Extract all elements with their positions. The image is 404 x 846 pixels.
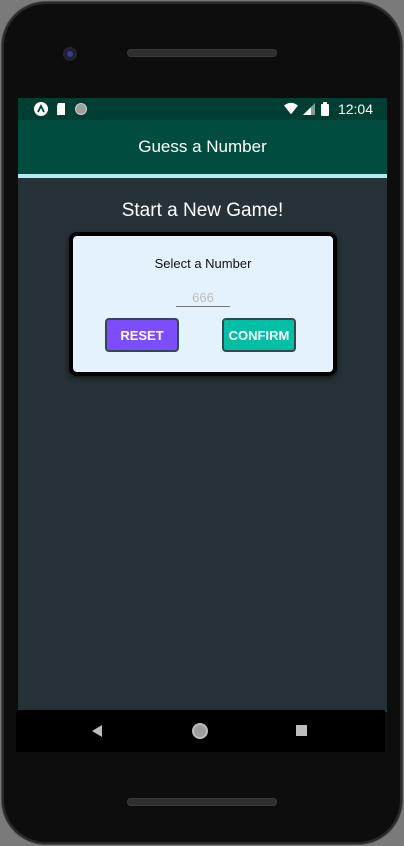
- front-camera: [63, 47, 77, 61]
- status-left-icons: [34, 102, 88, 116]
- app-screen: 12:04 Guess a Number Start a New Game! S…: [18, 98, 387, 712]
- expo-icon: [34, 102, 48, 116]
- status-bar: 12:04: [18, 98, 387, 120]
- wifi-icon: [283, 102, 298, 115]
- app-bar-title: Guess a Number: [138, 137, 267, 156]
- battery-icon: [320, 102, 329, 116]
- confirm-button[interactable]: CONFIRM: [222, 318, 296, 352]
- sd-card-icon: [57, 103, 65, 115]
- screen-heading: Start a New Game!: [121, 200, 284, 221]
- back-icon[interactable]: [92, 725, 102, 737]
- number-input[interactable]: [176, 288, 230, 307]
- recents-icon[interactable]: [296, 725, 307, 736]
- earpiece-speaker: [127, 49, 277, 57]
- reset-button[interactable]: RESET: [105, 318, 179, 352]
- home-icon[interactable]: [192, 723, 208, 739]
- status-time: 12:04: [337, 101, 373, 117]
- signal-icon: [302, 103, 315, 115]
- status-right-icons: 12:04: [283, 101, 373, 117]
- circle-icon: [75, 103, 87, 115]
- bottom-speaker: [127, 798, 277, 806]
- app-bar: Guess a Number: [18, 120, 387, 178]
- number-input-card: Select a Number RESET CONFIRM: [69, 232, 337, 376]
- system-nav-bar: [16, 710, 385, 752]
- card-label: Select a Number: [154, 256, 252, 271]
